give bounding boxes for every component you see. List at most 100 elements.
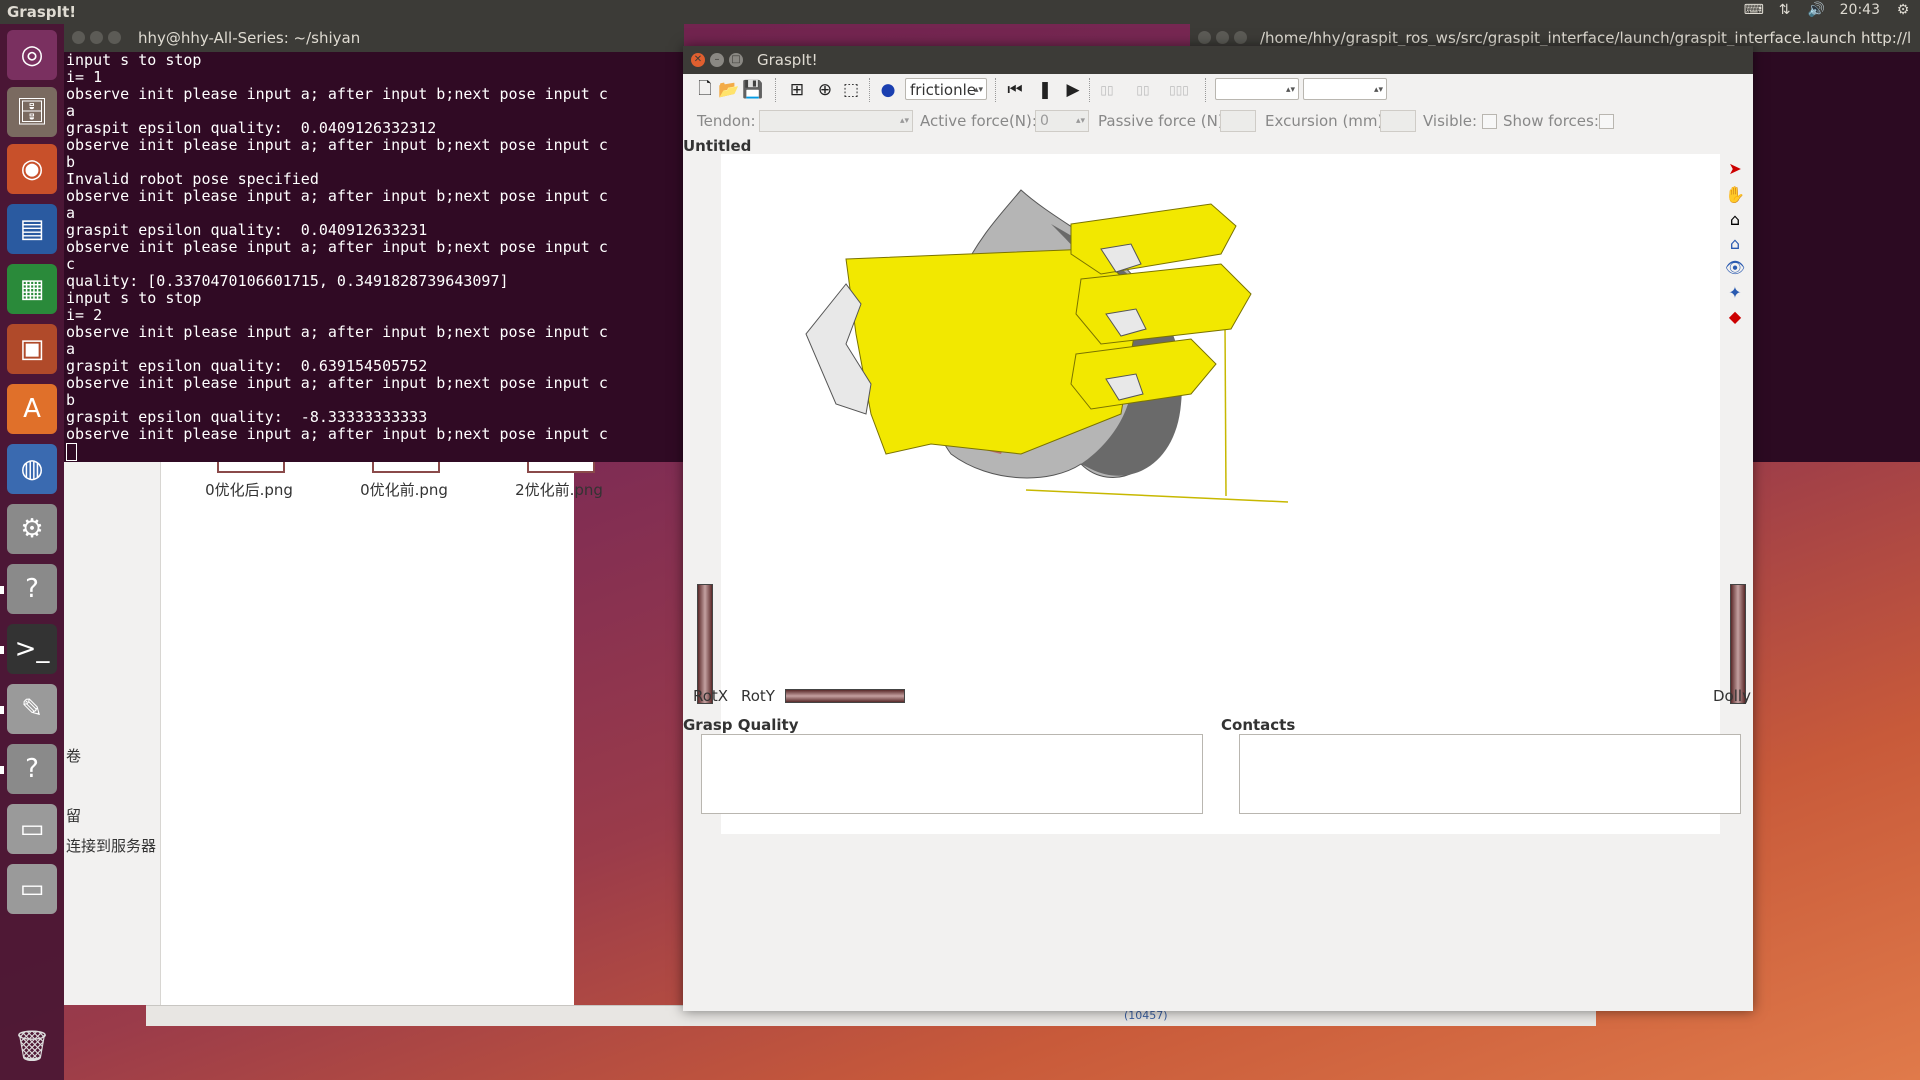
material-combo[interactable]: frictionle ▴▾ bbox=[905, 78, 987, 100]
terminal-line: i= 1 bbox=[66, 68, 103, 86]
network-icon[interactable]: ⇅ bbox=[1776, 2, 1794, 18]
software-center-icon[interactable]: A bbox=[7, 384, 57, 434]
material-combo-value: frictionle bbox=[910, 81, 976, 99]
roty-label: RotY bbox=[741, 687, 775, 705]
combo-a[interactable]: ▴▾ bbox=[1215, 78, 1299, 100]
disk-icon[interactable]: ▭ bbox=[7, 804, 57, 854]
running-indicator bbox=[0, 586, 4, 594]
maximize-icon[interactable]: □ bbox=[729, 53, 743, 67]
chevron-updown-icon: ▴▾ bbox=[1075, 116, 1085, 126]
dolly-wheel[interactable] bbox=[1730, 584, 1746, 704]
launcher: ◎ 🗄 ◉ ▤ ▦ ▣ A ◍ ⚙ ? >_ ✎ ? ▭ ▭ bbox=[0, 24, 64, 1080]
running-indicator bbox=[0, 646, 4, 654]
axis-line bbox=[1224, 323, 1227, 497]
grasp-quality-label: Grasp Quality bbox=[683, 716, 799, 734]
grasp-quality-list[interactable] bbox=[701, 734, 1203, 814]
keyboard-icon[interactable]: ⌨ bbox=[1744, 2, 1764, 18]
excursion-label: Excursion (mm): bbox=[1265, 112, 1389, 130]
sidebar-item-connect-server[interactable]: 连接到服务器 bbox=[66, 835, 156, 856]
tendon-toolbar: Tendon: ▴▾ Active force(N): 0 ▴▾ Passive… bbox=[683, 106, 1753, 136]
close-icon[interactable] bbox=[1198, 31, 1211, 44]
rotate-tool-icon[interactable]: ⊕ bbox=[813, 78, 837, 102]
top-panel: GraspIt! ⌨ ⇅ 🔊 20:43 ⚙ bbox=[0, 0, 1920, 24]
gear-icon[interactable]: ⚙ bbox=[1894, 2, 1912, 18]
toolbar-separator bbox=[1089, 78, 1092, 102]
files-icon[interactable]: 🗄 bbox=[7, 87, 57, 137]
terminal-title: hhy@hhy-All-Series: ~/shiyan bbox=[138, 29, 361, 47]
ubuntu-dash-icon[interactable]: ◎ bbox=[7, 30, 57, 80]
seek-icon[interactable]: ✦ bbox=[1723, 280, 1747, 304]
help-icon[interactable]: ? bbox=[7, 564, 57, 614]
system-settings-icon[interactable]: ⚙ bbox=[7, 504, 57, 554]
terminal-line: observe init please input a; after input… bbox=[66, 136, 608, 154]
terminal-titlebar[interactable]: hhy@hhy-All-Series: ~/shiyan bbox=[64, 24, 684, 52]
graspit-window[interactable]: ✕ – □ GraspIt! 🗋 📂 💾 ⊞ ⊕ ⬚ ● frictionle … bbox=[683, 46, 1753, 1011]
active-force-spinbox[interactable]: 0 ▴▾ bbox=[1035, 110, 1089, 132]
help-icon[interactable]: ? bbox=[7, 744, 57, 794]
sidebar-item-volume[interactable]: 卷 bbox=[66, 745, 81, 766]
rotx-wheel[interactable] bbox=[697, 584, 713, 704]
dolly-label: Dolly bbox=[1713, 687, 1751, 705]
save-icon[interactable]: 💾 bbox=[741, 78, 765, 102]
skip-back-icon[interactable]: ⏮ bbox=[1003, 78, 1027, 102]
terminal-line: i= 2 bbox=[66, 306, 103, 324]
open-folder-icon[interactable]: 📂 bbox=[717, 78, 741, 102]
new-file-icon[interactable]: 🗋 bbox=[693, 78, 717, 102]
grasp-step-icon[interactable]: ▯▯▯ bbox=[1167, 78, 1191, 102]
impress-icon[interactable]: ▣ bbox=[7, 324, 57, 374]
toolbar-separator bbox=[995, 78, 998, 102]
tendon-combo[interactable]: ▴▾ bbox=[759, 110, 913, 132]
file-manager-sidebar: 卷 留 连接到服务器 bbox=[64, 455, 161, 1005]
hand-icon[interactable]: ✋ bbox=[1723, 182, 1747, 206]
volume-icon[interactable]: 🔊 bbox=[1808, 2, 1826, 18]
graspit-titlebar[interactable]: ✕ – □ GraspIt! bbox=[683, 46, 1753, 74]
combo-b[interactable]: ▴▾ bbox=[1303, 78, 1387, 100]
translate-tool-icon[interactable]: ⊞ bbox=[785, 78, 809, 102]
excursion-field[interactable] bbox=[1380, 110, 1416, 132]
disk-icon[interactable]: ▭ bbox=[7, 864, 57, 914]
terminal-output[interactable]: input s to stop i= 1 observe init please i… bbox=[66, 52, 682, 462]
trash-icon[interactable]: 🗑 bbox=[7, 1020, 57, 1072]
clock[interactable]: 20:43 bbox=[1840, 2, 1880, 18]
minimize-icon[interactable] bbox=[90, 31, 103, 44]
writer-icon[interactable]: ▤ bbox=[7, 204, 57, 254]
terminal-icon[interactable]: >_ bbox=[7, 624, 57, 674]
terminal-window[interactable]: hhy@hhy-All-Series: ~/shiyan input s to … bbox=[64, 24, 684, 462]
maximize-icon[interactable] bbox=[108, 31, 121, 44]
file-name: 0优化前.png bbox=[360, 481, 448, 499]
close-icon[interactable] bbox=[72, 31, 85, 44]
roty-wheel[interactable] bbox=[785, 689, 905, 703]
perspective-icon[interactable]: ◆ bbox=[1723, 304, 1747, 328]
view-all-icon[interactable]: 👁 bbox=[1723, 255, 1747, 279]
visible-checkbox[interactable] bbox=[1482, 114, 1497, 129]
contacts-list[interactable] bbox=[1239, 734, 1741, 814]
terminal-line: c bbox=[66, 255, 76, 273]
calc-icon[interactable]: ▦ bbox=[7, 264, 57, 314]
show-forces-checkbox[interactable] bbox=[1599, 114, 1614, 129]
main-toolbar: 🗋 📂 💾 ⊞ ⊕ ⬚ ● frictionle ▴▾ ⏮ ❚ ▶ ▯▯ ▯▯ … bbox=[683, 74, 1753, 107]
active-force-value: 0 bbox=[1040, 113, 1049, 129]
passive-force-field[interactable] bbox=[1220, 110, 1256, 132]
close-icon[interactable]: ✕ bbox=[691, 53, 705, 67]
file-manager-window[interactable]: 卷 留 连接到服务器 0优化后.png 0优化前.png 2优化前.png bbox=[64, 455, 603, 1005]
home-icon[interactable]: ⌂ bbox=[1723, 207, 1747, 231]
terminal-line: input s to stop bbox=[66, 289, 202, 307]
minimize-icon[interactable]: – bbox=[710, 53, 724, 67]
text-editor-icon[interactable]: ✎ bbox=[7, 684, 57, 734]
grasp-step-icon[interactable]: ▯▯ bbox=[1095, 78, 1119, 102]
select-arrow-icon[interactable]: ➤ bbox=[1723, 156, 1747, 180]
terminal-line: observe init please input a; after input… bbox=[66, 238, 608, 256]
play-icon[interactable]: ▶ bbox=[1061, 78, 1085, 102]
firefox-icon[interactable]: ◉ bbox=[7, 144, 57, 194]
chrome-icon[interactable]: ◍ bbox=[7, 444, 57, 494]
select-tool-icon[interactable]: ⬚ bbox=[839, 78, 863, 102]
grasp-step-icon[interactable]: ▯▯ bbox=[1131, 78, 1155, 102]
file-name: 2优化前.png bbox=[515, 481, 603, 499]
visible-label: Visible: bbox=[1423, 112, 1478, 130]
pause-icon[interactable]: ❚ bbox=[1033, 78, 1057, 102]
maximize-icon[interactable] bbox=[1234, 31, 1247, 44]
set-home-icon[interactable]: ⌂ bbox=[1723, 231, 1747, 255]
sidebar-item-reserved[interactable]: 留 bbox=[66, 805, 81, 826]
minimize-icon[interactable] bbox=[1216, 31, 1229, 44]
terminal-line: observe init please input a; after input… bbox=[66, 425, 608, 443]
